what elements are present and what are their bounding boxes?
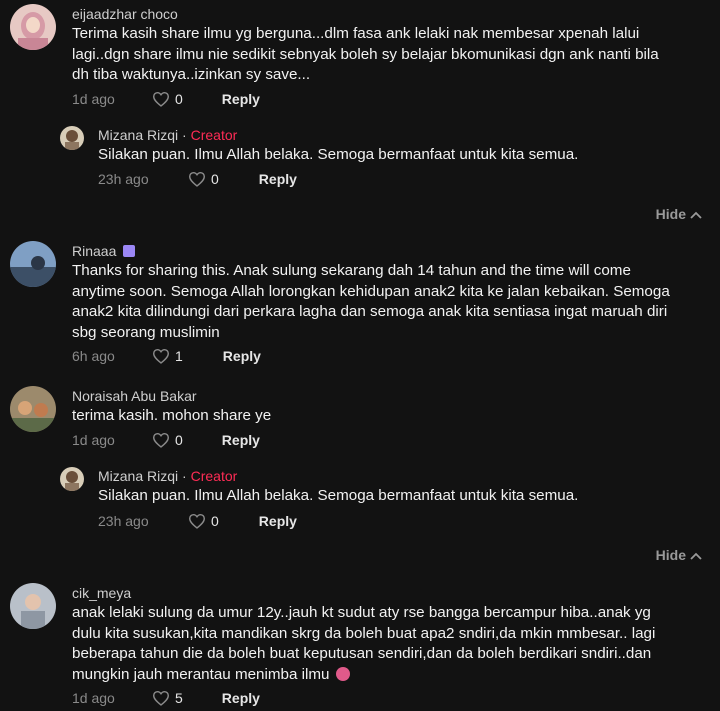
like-count: 0 <box>175 91 183 107</box>
comment-text: Thanks for sharing this. Anak sulung sek… <box>72 262 670 341</box>
comment-text: Terima kasih share ilmu yg berguna...dlm… <box>72 25 659 83</box>
heart-icon <box>188 171 206 187</box>
comment-meta: 6h ago 1 Reply <box>72 348 261 364</box>
comment-time: 1d ago <box>72 690 115 706</box>
like-button[interactable]: 0 <box>152 91 183 107</box>
avatar[interactable] <box>10 386 56 432</box>
comment-time: 1d ago <box>72 432 115 448</box>
creator-badge: Creator <box>190 127 238 143</box>
avatar[interactable] <box>10 4 56 50</box>
reply-author[interactable]: Mizana Rizqi · Creator <box>98 127 237 143</box>
comment-author[interactable]: Rinaaa <box>72 243 136 259</box>
reply-button[interactable]: Reply <box>259 171 297 187</box>
reply-text: Silakan puan. Ilmu Allah belaka. Semoga … <box>98 146 579 163</box>
heart-icon <box>188 513 206 529</box>
like-button[interactable]: 0 <box>188 171 219 187</box>
like-count: 0 <box>175 432 183 448</box>
reply-author[interactable]: Mizana Rizqi · Creator <box>98 468 237 484</box>
avatar[interactable] <box>60 126 84 150</box>
comment-meta: 1d ago 5 Reply <box>72 690 260 706</box>
reply-button[interactable]: Reply <box>222 690 260 706</box>
avatar[interactable] <box>10 241 56 287</box>
creator-badge: Creator <box>190 468 238 484</box>
heart-icon <box>152 432 170 448</box>
like-button[interactable]: 0 <box>188 513 219 529</box>
reply-button[interactable]: Reply <box>223 348 261 364</box>
reply-meta: 23h ago 0 Reply <box>98 171 297 187</box>
hide-label: Hide <box>655 206 686 222</box>
author-name[interactable]: Mizana Rizqi <box>98 468 178 484</box>
author-name[interactable]: Rinaaa <box>72 243 116 259</box>
reply-text: Silakan puan. Ilmu Allah belaka. Semoga … <box>98 487 579 504</box>
comment-time: 23h ago <box>98 513 149 529</box>
avatar[interactable] <box>10 583 56 629</box>
comment-text: terima kasih. mohon share ye <box>72 407 272 424</box>
comment-author[interactable]: Noraisah Abu Bakar <box>72 388 197 404</box>
comment-meta: 1d ago 0 Reply <box>72 91 260 107</box>
like-count: 1 <box>175 348 183 364</box>
like-button[interactable]: 1 <box>152 348 183 364</box>
like-count: 5 <box>175 690 183 706</box>
like-count: 0 <box>211 513 219 529</box>
reply-button[interactable]: Reply <box>259 513 297 529</box>
comment-time: 23h ago <box>98 171 149 187</box>
reply-meta: 23h ago 0 Reply <box>98 513 297 529</box>
heart-icon <box>152 348 170 364</box>
crying-emoji-icon <box>335 666 350 681</box>
comment-time: 1d ago <box>72 91 115 107</box>
comment-text: anak lelaki sulung da umur 12y..jauh kt … <box>72 603 672 685</box>
like-button[interactable]: 5 <box>152 690 183 706</box>
hide-label: Hide <box>655 547 686 563</box>
reply-button[interactable]: Reply <box>222 91 260 107</box>
comment-time: 6h ago <box>72 348 115 364</box>
heart-icon <box>152 690 170 706</box>
heart-icon <box>152 91 170 107</box>
chevron-up-icon <box>686 206 702 222</box>
comment-meta: 1d ago 0 Reply <box>72 432 260 448</box>
chevron-up-icon <box>686 547 702 563</box>
hide-replies-button[interactable]: Hide <box>656 206 702 222</box>
author-name[interactable]: Mizana Rizqi <box>98 127 178 143</box>
hide-replies-button[interactable]: Hide <box>656 547 702 563</box>
like-count: 0 <box>211 171 219 187</box>
badge-icon <box>123 245 136 257</box>
like-button[interactable]: 0 <box>152 432 183 448</box>
comment-text-content: anak lelaki sulung da umur 12y..jauh kt … <box>72 604 656 683</box>
avatar[interactable] <box>60 467 84 491</box>
reply-button[interactable]: Reply <box>222 432 260 448</box>
comment-author[interactable]: cik_meya <box>72 585 131 601</box>
comment-author[interactable]: eijaadzhar choco <box>72 6 178 22</box>
